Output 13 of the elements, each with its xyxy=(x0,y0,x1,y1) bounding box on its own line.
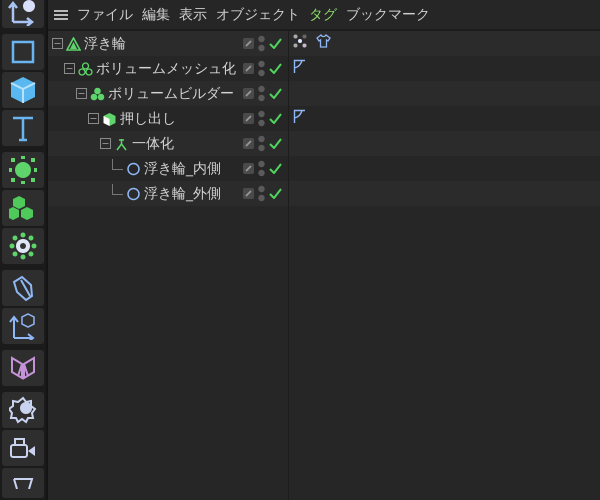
menu-item[interactable]: 表示 xyxy=(179,6,207,24)
object-name[interactable]: 浮き輪_内側 xyxy=(144,160,221,178)
menu-item[interactable]: タグ xyxy=(309,6,337,24)
menu-item[interactable]: 編集 xyxy=(142,6,170,24)
object-name[interactable]: 押し出し xyxy=(120,110,176,128)
menu-item[interactable]: ファイル xyxy=(77,6,133,24)
menu-item[interactable]: オブジェクト xyxy=(216,6,300,24)
object-name[interactable]: 浮き輪 xyxy=(84,34,126,52)
object-name[interactable]: 浮き輪_外側 xyxy=(144,184,221,202)
menu-item[interactable]: ブックマーク xyxy=(346,6,430,24)
object-name[interactable]: 一体化 xyxy=(132,134,174,152)
object-name[interactable]: ボリュームビルダー xyxy=(108,84,234,102)
object-name[interactable]: ボリュームメッシュ化 xyxy=(96,60,236,78)
